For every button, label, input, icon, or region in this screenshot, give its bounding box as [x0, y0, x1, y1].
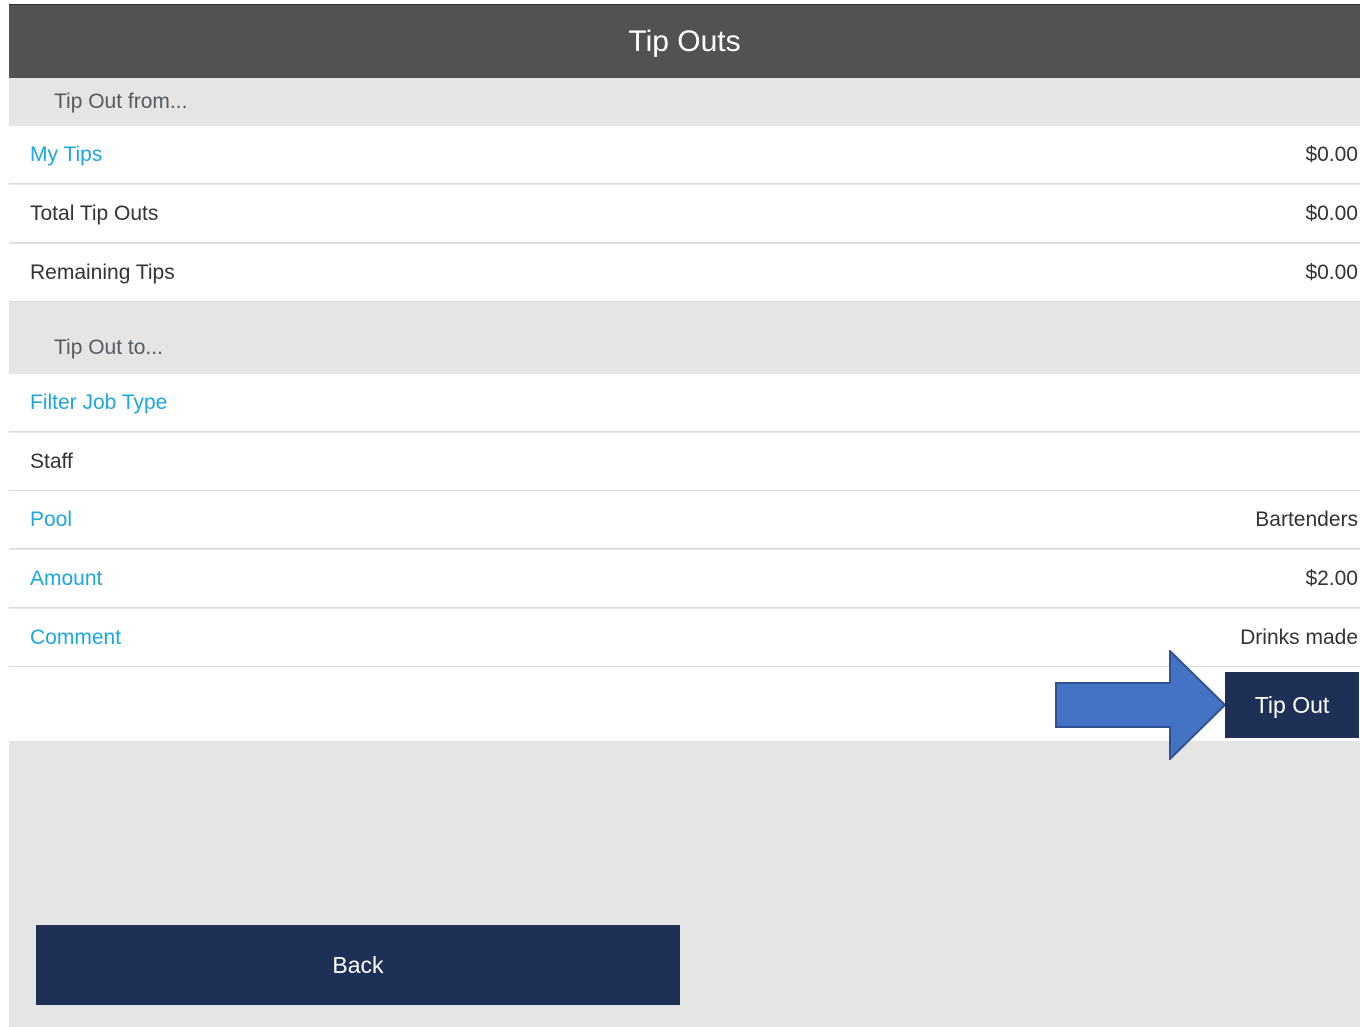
- section-header-tip-out-to: Tip Out to...: [9, 302, 1360, 374]
- pool-label[interactable]: Pool: [30, 508, 72, 532]
- total-tip-outs-label: Total Tip Outs: [30, 201, 159, 225]
- amount-label[interactable]: Amount: [30, 567, 102, 591]
- amount-value: $2.00: [1305, 566, 1358, 590]
- tip-outs-screen: Tip Outs Tip Out from... My Tips $0.00 T…: [9, 4, 1360, 1027]
- row-pool[interactable]: Pool Bartenders: [9, 491, 1360, 549]
- row-total-tip-outs: Total Tip Outs $0.00: [9, 185, 1360, 243]
- row-amount[interactable]: Amount $2.00: [9, 550, 1360, 608]
- title-bar: Tip Outs: [9, 4, 1360, 78]
- my-tips-value: $0.00: [1305, 142, 1358, 166]
- staff-label: Staff: [30, 449, 73, 473]
- filter-job-type-label[interactable]: Filter Job Type: [30, 391, 167, 415]
- section-title: Tip Out from...: [54, 90, 188, 113]
- comment-value: Drinks made: [1240, 625, 1358, 649]
- remaining-tips-label: Remaining Tips: [30, 260, 175, 284]
- pool-value: Bartenders: [1255, 507, 1358, 531]
- my-tips-label[interactable]: My Tips: [30, 143, 102, 167]
- total-tip-outs-value: $0.00: [1305, 201, 1358, 225]
- arrow-annotation-icon: [1055, 650, 1227, 760]
- section-header-tip-out-from: Tip Out from...: [9, 78, 1360, 126]
- page-title: Tip Outs: [628, 24, 741, 58]
- row-remaining-tips: Remaining Tips $0.00: [9, 244, 1360, 302]
- row-staff: Staff: [9, 433, 1360, 491]
- row-my-tips[interactable]: My Tips $0.00: [9, 126, 1360, 184]
- back-button[interactable]: Back: [36, 925, 680, 1005]
- section-title: Tip Out to...: [54, 336, 163, 359]
- remaining-tips-value: $0.00: [1305, 260, 1358, 284]
- row-filter-job-type[interactable]: Filter Job Type: [9, 374, 1360, 432]
- tip-out-button[interactable]: Tip Out: [1225, 672, 1359, 738]
- comment-label[interactable]: Comment: [30, 626, 121, 650]
